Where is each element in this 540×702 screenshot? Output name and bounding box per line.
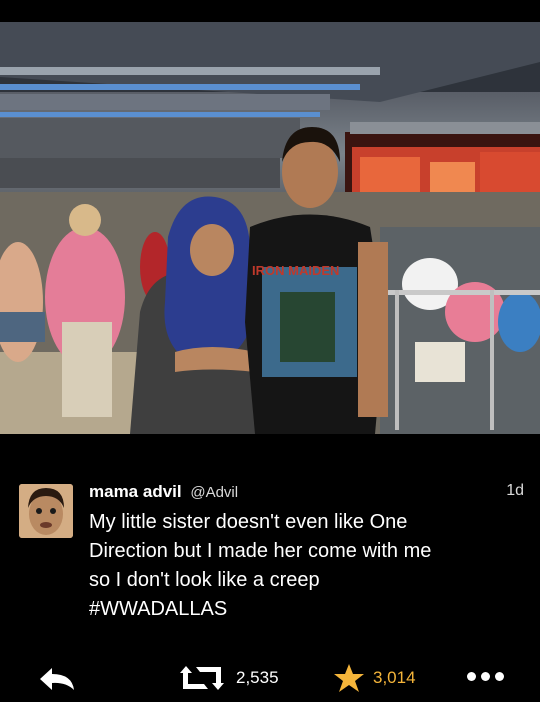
- user-handle[interactable]: @Advil: [190, 484, 238, 501]
- favorite-count: 3,014: [373, 668, 416, 687]
- tweet-text-line: Direction but I made her come with me: [89, 540, 432, 562]
- tweet-photo[interactable]: IRON MAIDEN: [0, 22, 540, 434]
- more-icon: [495, 672, 504, 681]
- star-icon: [334, 664, 364, 692]
- tweet-text-line: My little sister doesn't even like One: [89, 511, 408, 533]
- hashtag-link[interactable]: #WWADALLAS: [89, 595, 519, 624]
- tweet-actions: 2,535 3,014: [0, 658, 540, 698]
- more-icon: [481, 672, 490, 681]
- tweet-text: My little sister doesn't even like One D…: [89, 508, 519, 624]
- more-icon: [467, 672, 476, 681]
- shirt-text: IRON MAIDEN: [252, 263, 339, 278]
- favorite-button[interactable]: 3,014: [333, 664, 416, 692]
- tweet-text-line: so I don't look like a creep: [89, 569, 320, 591]
- tweet-card[interactable]: mama advil @Advil 1d My little sister do…: [0, 434, 540, 702]
- avatar[interactable]: [19, 484, 73, 538]
- retweet-icon: [180, 666, 224, 690]
- retweet-count: 2,535: [236, 668, 279, 687]
- display-name[interactable]: mama advil: [89, 482, 182, 501]
- tweet-timestamp: 1d: [506, 482, 524, 499]
- reply-icon: [40, 668, 74, 690]
- retweet-button[interactable]: 2,535: [176, 664, 279, 692]
- more-button[interactable]: [467, 672, 504, 681]
- tweet-header: mama advil @Advil 1d: [89, 482, 524, 504]
- reply-button[interactable]: [38, 666, 76, 692]
